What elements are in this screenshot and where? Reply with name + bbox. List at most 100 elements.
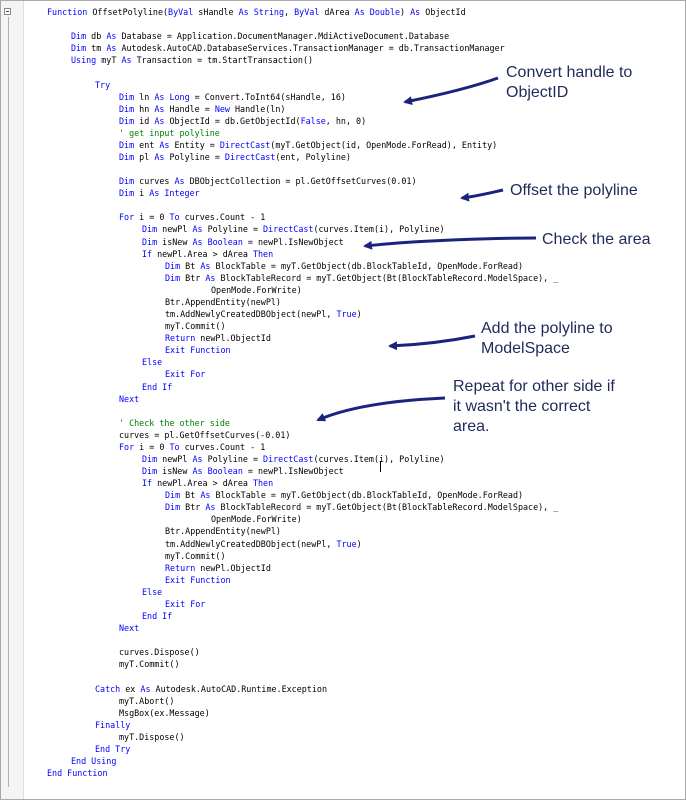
code-keyword: As (200, 260, 216, 271)
code-keyword: Dim (165, 490, 186, 501)
code-token: ent (139, 139, 160, 150)
code-line: Exit For (165, 368, 205, 380)
code-keyword: As (192, 454, 208, 464)
code-token: Handle = (169, 103, 215, 114)
code-keyword: As (154, 115, 170, 126)
code-token: BlockTable = myT.GetObject(db.BlockTable… (215, 260, 524, 271)
code-keyword: DirectCast (219, 139, 271, 150)
code-token: myT.Commit() (165, 321, 226, 332)
code-token: newPl.Area > dArea (157, 478, 253, 489)
code-token: ex (125, 683, 141, 694)
code-keyword: As Boolean (192, 236, 243, 247)
code-keyword: Dim (142, 454, 163, 464)
code-line: Dim isNew As Boolean = newPl.IsNewObject (142, 465, 344, 477)
code-line: OpenMode.ForWrite) (211, 513, 302, 525)
code-token: curves (139, 176, 175, 187)
code-keyword: As Boolean (192, 466, 243, 476)
code-keyword: Dim (165, 260, 186, 271)
code-keyword: As (410, 7, 426, 17)
code-token: myT (101, 55, 122, 66)
code-line: Dim Bt As BlockTable = myT.GetObject(db.… (165, 260, 523, 272)
code-token: tm (91, 43, 107, 54)
callout-offset-polyline: Offset the polyline (510, 182, 638, 199)
code-token: myT.Commit() (119, 659, 180, 670)
code-keyword: Try (95, 79, 111, 90)
code-keyword: Exit For (165, 369, 206, 380)
code-keyword: Next (119, 393, 140, 404)
code-keyword: Using (71, 55, 102, 66)
code-keyword: If (142, 478, 158, 489)
code-keyword: Function (47, 7, 93, 17)
code-keyword: To (169, 212, 185, 223)
code-token: newPl (162, 224, 193, 235)
code-keyword: Next (119, 623, 140, 634)
code-keyword: True (336, 538, 357, 549)
code-line: Dim hn As Handle = New Handle(ln) (119, 103, 285, 115)
code-keyword: As (205, 502, 221, 513)
code-token: curves.Count - 1 (184, 212, 266, 223)
code-keyword: Exit Function (165, 345, 231, 356)
code-token: id (139, 115, 155, 126)
code-keyword: Dim (119, 176, 140, 187)
code-token: tm.AddNewlyCreatedDBObject(newPl, (165, 309, 337, 319)
code-token: ln (139, 91, 155, 102)
code-token: Polyline = (169, 152, 225, 162)
code-line: Else (142, 356, 162, 368)
code-token: , hn, 0) (325, 115, 367, 126)
code-line: Catch ex As Autodesk.AutoCAD.Runtime.Exc… (95, 683, 327, 695)
code-keyword: ByVal (294, 7, 325, 17)
code-line: Dim i As Integer (119, 187, 200, 199)
code-keyword: As (140, 683, 156, 694)
code-line: Dim Btr As BlockTableRecord = myT.GetObj… (165, 501, 558, 513)
code-line: Exit Function (165, 344, 231, 356)
code-token: ObjectId (425, 7, 466, 17)
code-keyword: As (154, 103, 170, 114)
code-keyword: As (174, 176, 190, 187)
code-keyword: DirectCast (224, 152, 276, 162)
code-line: curves.Dispose() (119, 646, 200, 658)
code-keyword: DirectCast (263, 224, 314, 235)
code-keyword: As Double (354, 7, 401, 17)
code-token: Btr (185, 502, 206, 513)
callout-convert-handle: Convert handle to ObjectID (506, 64, 633, 101)
code-token: Bt (185, 260, 201, 271)
callout-repeat-other-side: Repeat for other side if it wasn't the c… (453, 378, 615, 435)
code-token: MsgBox(ex.Message) (119, 707, 210, 718)
code-line: End If (142, 610, 172, 622)
code-keyword: If (142, 248, 158, 259)
code-keyword: For (119, 441, 140, 452)
code-token: OpenMode.ForWrite) (211, 284, 302, 295)
code-comment: ' get input polyline (119, 127, 220, 138)
code-token: BlockTableRecord = myT.GetObject(Bt(Bloc… (220, 502, 559, 513)
code-token: BlockTable = myT.GetObject(db.BlockTable… (215, 490, 524, 501)
code-token: i = 0 (139, 441, 170, 452)
code-line: Dim isNew As Boolean = newPl.IsNewObject (142, 236, 344, 248)
code-keyword: Dim (165, 502, 186, 513)
code-line: ' get input polyline (119, 127, 220, 139)
code-line: For i = 0 To curves.Count - 1 (119, 211, 265, 223)
code-token: (ent, Polyline) (275, 152, 351, 162)
code-line: Dim Btr As BlockTableRecord = myT.GetObj… (165, 272, 558, 284)
code-keyword: As (106, 43, 122, 54)
code-keyword: As Long (154, 91, 190, 102)
code-comment: ' Check the other side (119, 417, 230, 428)
code-line: myT.Commit() (119, 658, 180, 670)
code-token: Bt (185, 490, 201, 501)
code-keyword: Else (142, 586, 163, 597)
code-token: = newPl.IsNewObject (242, 236, 344, 247)
code-line: Finally (95, 719, 130, 731)
code-token: i (139, 188, 150, 199)
code-token: myT.Dispose() (119, 731, 185, 742)
code-token: Btr.AppendEntity(newPl) (165, 526, 281, 537)
code-line: ' Check the other side (119, 417, 230, 429)
code-token: myT.Abort() (119, 695, 175, 706)
code-keyword: As (192, 224, 208, 235)
code-token: Database = Application.DocumentManager.M… (121, 31, 450, 42)
code-line: myT.Commit() (165, 320, 226, 332)
code-line: myT.Abort() (119, 695, 174, 707)
code-keyword: Dim (71, 43, 92, 54)
code-line: End Function (47, 767, 108, 779)
code-keyword: ByVal (168, 7, 199, 17)
code-line: MsgBox(ex.Message) (119, 707, 210, 719)
code-line: If newPl.Area > dArea Then (142, 477, 273, 489)
